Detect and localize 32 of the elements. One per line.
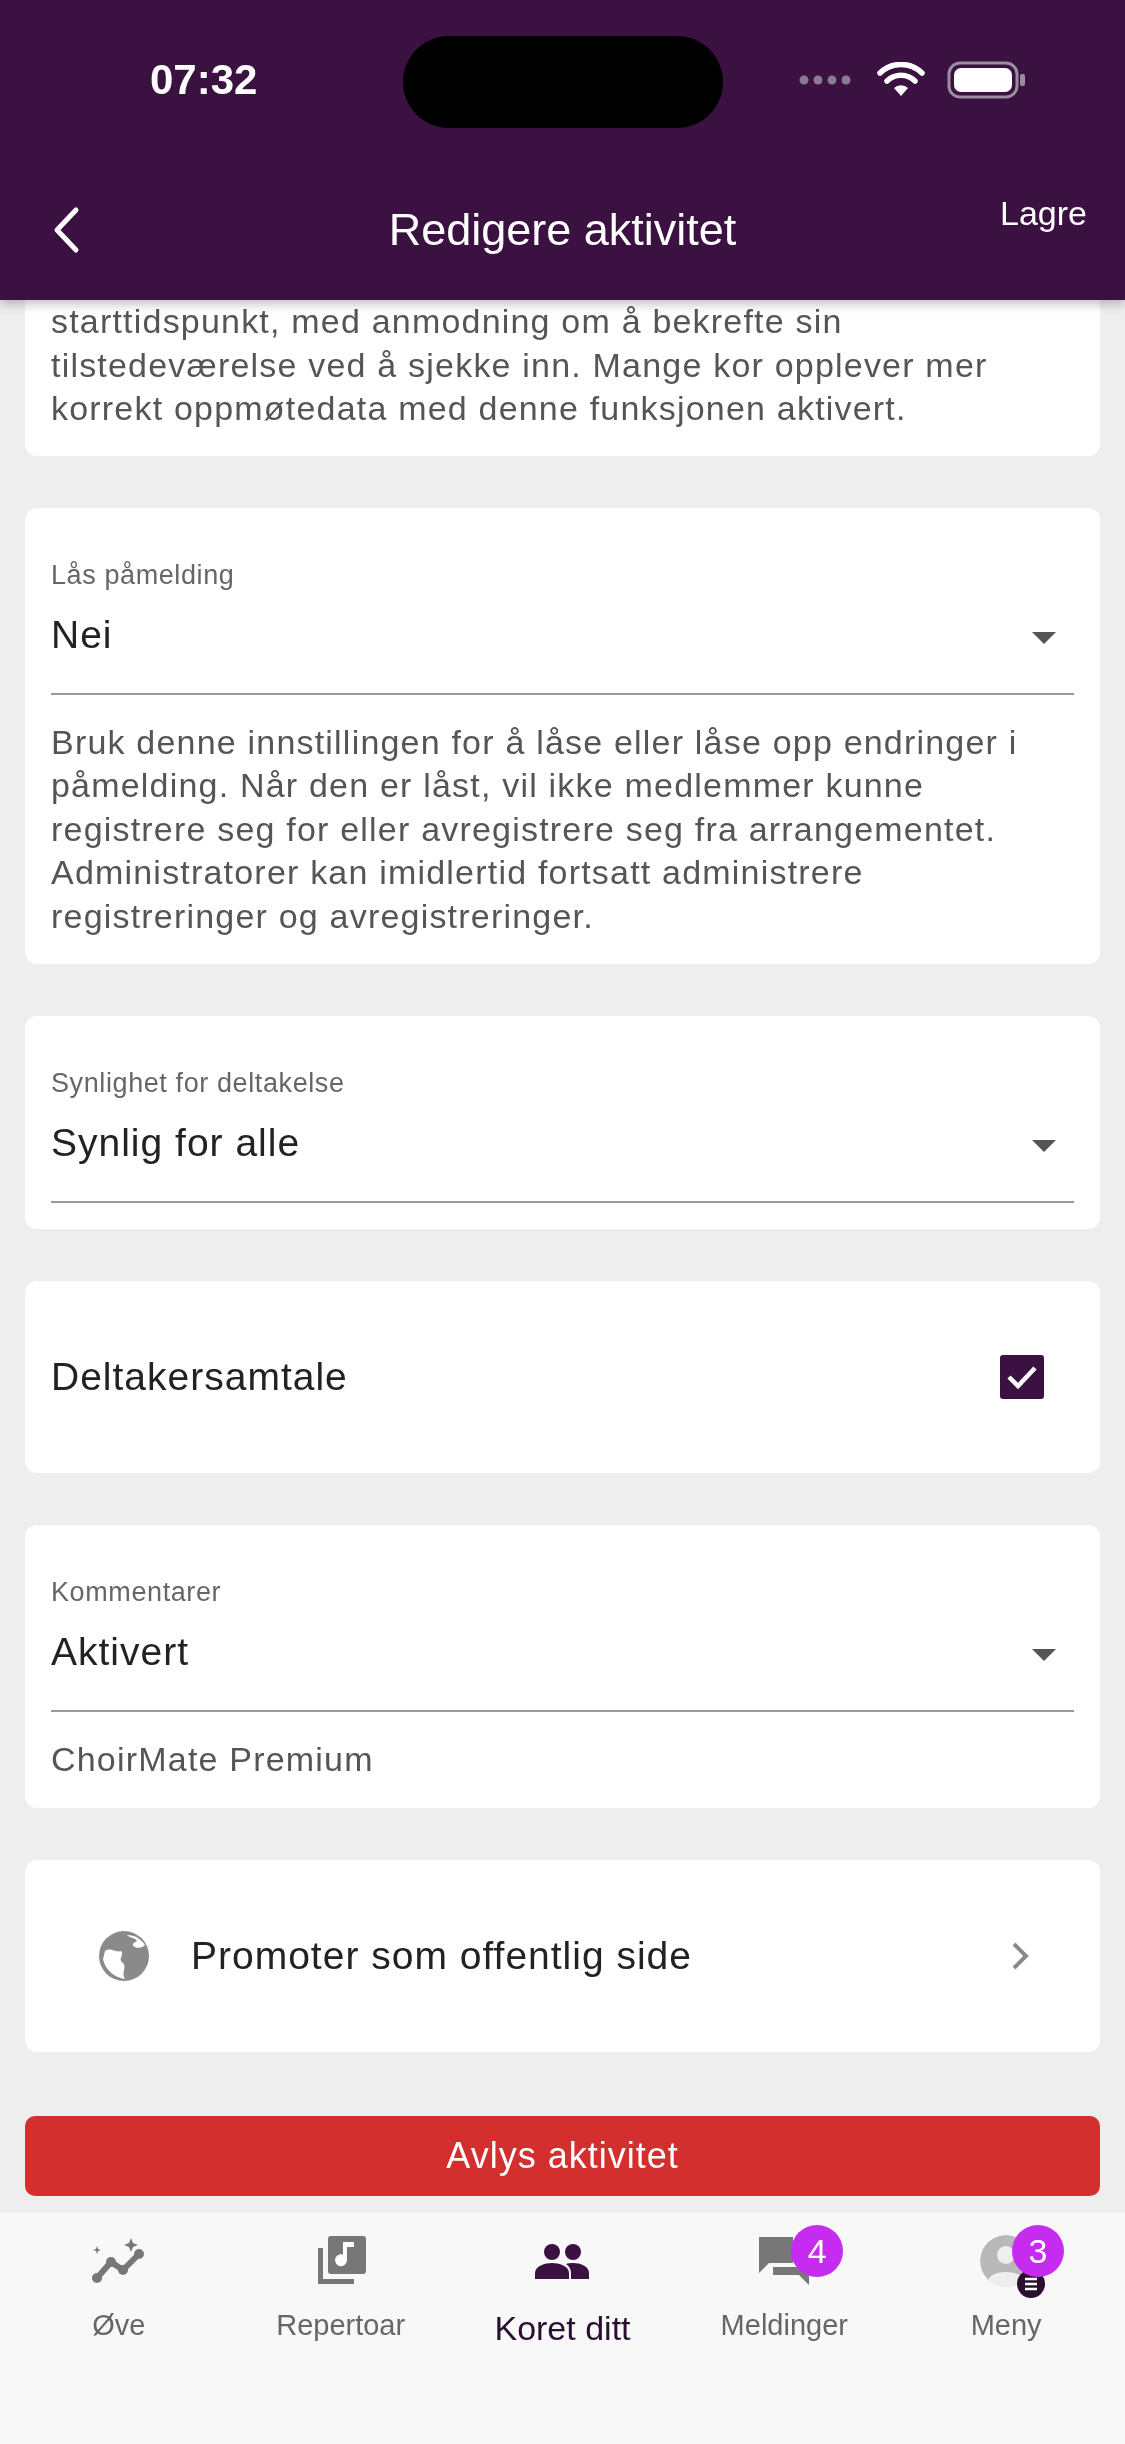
chevron-right-icon (1010, 1940, 1030, 1971)
sparkle-chart-icon (90, 2236, 147, 2286)
promote-link-row[interactable]: Promoter som offentlig side (25, 1859, 1100, 2052)
globe-icon (97, 1928, 151, 1983)
description-text: starttidspunkt, med anmodning om å bekrefte sin tilstedeværelse ved å sjekke inn. Mange kor opplever mer korrekt oppmøtedata med denne funksjonen aktivert. (51, 301, 989, 429)
group-icon (533, 2243, 592, 2279)
dropdown-caret-icon (1032, 1140, 1056, 1152)
count-badge: 4 (791, 2225, 844, 2277)
checkbox-label: Deltakersamtale (51, 1355, 349, 1399)
dropdown-caret-icon (1032, 631, 1056, 644)
nav-tab[interactable]: 3 Meny (895, 2213, 1117, 2444)
helper-text: ChoirMate Premium (51, 1739, 375, 1780)
battery-icon (947, 60, 1027, 100)
status-time: 07:32 (150, 56, 258, 104)
dropdown-field[interactable]: Synlighet for deltakelse Synlig for alle (51, 1066, 1074, 1203)
checkbox[interactable] (1000, 1355, 1044, 1399)
back-icon (52, 206, 80, 254)
screen-title: Redigere aktivitet (388, 204, 737, 256)
dropdown-field[interactable]: Lås påmelding Nei (51, 557, 1074, 695)
nav-tab[interactable]: Repertoar (229, 2213, 452, 2444)
nav-tab[interactable]: 4 Meldinger (673, 2213, 896, 2444)
dropdown-caret-icon (1032, 1649, 1056, 1661)
nav-tab[interactable]: Koret ditt (451, 2213, 674, 2444)
back-button[interactable] (52, 206, 80, 254)
helper-text: Bruk denne innstillingen for å låse eller låse opp endringer i påmelding. Når den er låst, vil ikke medlemmer kunne registrere seg for eller avregistrere seg fra arrangementet. Administratorer kan imidlertid fortsatt administrere registreringer og avregistreringer. (51, 721, 1019, 937)
count-badge: 3 (1012, 2225, 1065, 2277)
nav-tab[interactable]: Øve (8, 2213, 230, 2444)
wifi-icon (877, 62, 925, 98)
dropdown-field[interactable]: Kommentarer Aktivert (51, 1575, 1074, 1712)
save-button[interactable]: Lagre (996, 190, 1091, 237)
cancel-activity-button[interactable]: Avlys aktivitet (25, 2115, 1100, 2196)
checkmark-icon (1006, 1364, 1038, 1390)
